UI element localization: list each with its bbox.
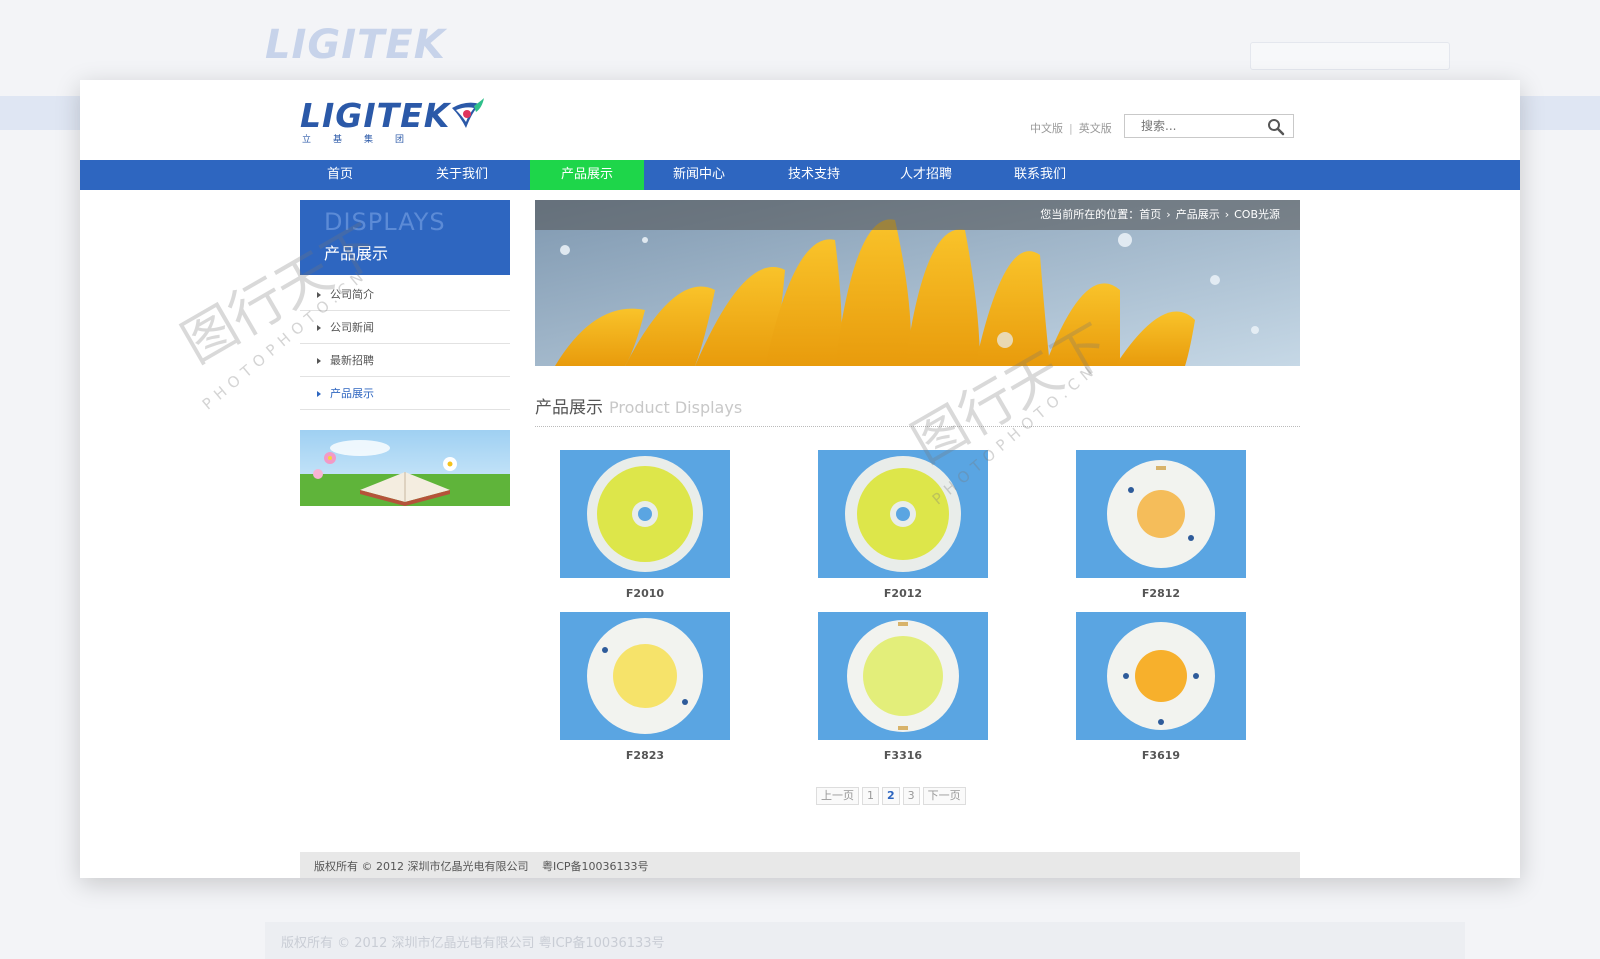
sidebar-item-company-intro[interactable]: 公司简介 [300, 278, 510, 311]
breadcrumb-link-products[interactable]: 产品展示 [1176, 208, 1220, 221]
pagination-page-2[interactable]: 2 [882, 787, 900, 805]
sidebar-title-en: DISPLAYS [324, 208, 446, 236]
background-footer-icp: 粤ICP备10036133号 [538, 936, 665, 951]
logo-subtitle: 立基集团 [302, 135, 427, 145]
product-name: F2010 [625, 587, 665, 600]
product-name: F2812 [1141, 587, 1181, 600]
chevron-right-icon: › [1166, 208, 1171, 221]
logo-text: LIGITEK [300, 96, 451, 135]
section-divider [535, 426, 1300, 427]
product-name: F2823 [625, 749, 665, 762]
arrow-right-icon [317, 325, 321, 331]
main-nav: 首页 关于我们 产品展示 新闻中心 技术支持 人才招聘 联系我们 [80, 160, 1520, 190]
pagination-page-3[interactable]: 3 [902, 787, 920, 805]
sidebar-item-label: 公司简介 [330, 288, 374, 301]
product-name: F3316 [883, 749, 923, 762]
product-name: F3619 [1141, 749, 1181, 762]
sidebar-title-cn: 产品展示 [324, 244, 389, 263]
footer-copyright: 版权所有 © 2012 深圳市亿晶光电有限公司 [314, 860, 529, 873]
footer: 版权所有 © 2012 深圳市亿晶光电有限公司 粤ICP备10036133号 [300, 852, 1300, 878]
chevron-right-icon: › [1224, 208, 1230, 221]
breadcrumb-link-home[interactable]: 首页 [1139, 208, 1161, 221]
arrow-right-icon [317, 391, 321, 397]
nav-item-about[interactable]: 关于我们 [405, 160, 519, 190]
sidebar-book-image[interactable] [300, 430, 510, 506]
nav-item-support[interactable]: 技术支持 [757, 160, 871, 190]
pagination-prev-button[interactable]: 上一页 [816, 787, 859, 805]
product-image [560, 450, 730, 578]
sidebar-item-jobs[interactable]: 最新招聘 [300, 344, 510, 377]
product-card-f2010[interactable]: F2010 [560, 450, 730, 610]
search-box [1124, 114, 1294, 138]
pagination: 上一页 1 2 3 下一页 [816, 787, 966, 805]
nav-item-news[interactable]: 新闻中心 [642, 160, 756, 190]
section-title-en: Product Displays [609, 398, 743, 417]
product-card-f3316[interactable]: F3316 [818, 612, 988, 772]
sidebar-item-products[interactable]: 产品展示 [300, 377, 510, 410]
search-icon[interactable] [1267, 118, 1285, 136]
product-card-f3619[interactable]: F3619 [1076, 612, 1246, 772]
section-title: 产品展示 Product Displays [535, 393, 742, 418]
product-image [1076, 450, 1246, 578]
sidebar-item-label: 最新招聘 [330, 354, 374, 367]
product-name: F2012 [883, 587, 923, 600]
pagination-next-button[interactable]: 下一页 [922, 787, 966, 805]
footer-icp: 粤ICP备10036133号 [541, 860, 649, 873]
product-image [560, 612, 730, 740]
background-footer-copyright: 版权所有 © 2012 深圳市亿晶光电有限公司 [281, 936, 535, 951]
arrow-right-icon [317, 292, 321, 298]
sidebar-item-company-news[interactable]: 公司新闻 [300, 311, 510, 344]
background-search [1250, 42, 1450, 70]
breadcrumb-prefix: 您当前所在的位置： [1040, 208, 1140, 221]
sunflower-banner: 您当前所在的位置：首页 › 产品展示 › COB光源 [535, 200, 1300, 366]
product-image [1076, 612, 1246, 740]
product-image [818, 612, 988, 740]
lang-english-link[interactable]: 英文版 [1079, 122, 1112, 135]
sidebar-menu: 公司简介 公司新闻 最新招聘 产品展示 [300, 278, 510, 410]
sidebar-item-label: 产品展示 [330, 387, 374, 400]
sidebar-item-label: 公司新闻 [330, 321, 374, 334]
nav-item-careers[interactable]: 人才招聘 [869, 160, 983, 190]
arrow-right-icon [317, 358, 321, 364]
product-card-f2012[interactable]: F2012 [818, 450, 988, 610]
breadcrumb: 您当前所在的位置：首页 › 产品展示 › COB光源 [535, 200, 1300, 230]
product-card-f2823[interactable]: F2823 [560, 612, 730, 772]
nav-item-products[interactable]: 产品展示 [530, 160, 644, 190]
pagination-page-1[interactable]: 1 [862, 787, 879, 805]
nav-item-contact[interactable]: 联系我们 [983, 160, 1097, 190]
background-logo: LIGITEK [265, 22, 446, 68]
breadcrumb-current: COB光源 [1234, 208, 1280, 221]
language-switch: 中文版 | 英文版 [1030, 120, 1112, 136]
website-window: LIGITEK 立基集团 中文版 | 英文版 首页 关于我们 产品展示 新闻中心 技… [80, 80, 1520, 878]
sidebar-header: DISPLAYS 产品展示 [300, 200, 510, 275]
section-title-cn: 产品展示 [535, 398, 603, 418]
nav-item-home[interactable]: 首页 [283, 160, 397, 190]
product-card-f2812[interactable]: F2812 [1076, 450, 1246, 610]
background-footer: 版权所有 © 2012 深圳市亿晶光电有限公司 粤ICP备10036133号 [265, 922, 1465, 959]
lang-chinese-link[interactable]: 中文版 [1030, 122, 1063, 135]
lang-separator: | [1069, 122, 1073, 135]
product-image [818, 450, 988, 578]
logo-swirl-icon [452, 98, 484, 128]
logo[interactable]: LIGITEK 立基集团 [300, 94, 500, 145]
search-input[interactable] [1125, 115, 1255, 137]
